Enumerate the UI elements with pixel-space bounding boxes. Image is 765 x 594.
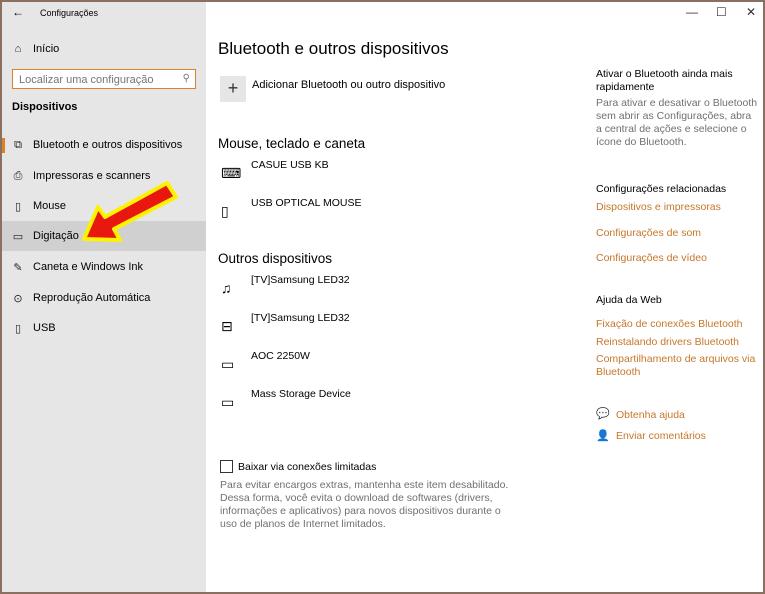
- minimize-button[interactable]: —: [686, 5, 698, 19]
- link-sound-settings[interactable]: Configurações de som: [596, 227, 701, 239]
- autoplay-icon: ⊙: [13, 292, 23, 305]
- device-name: CASUE USB KB: [251, 159, 329, 171]
- sidebar-item-autoplay[interactable]: ⊙ Reprodução Automática: [2, 283, 206, 313]
- close-button[interactable]: ✕: [746, 5, 756, 19]
- sidebar-item-usb[interactable]: ▯ USB: [2, 313, 206, 343]
- link-display-settings[interactable]: Configurações de vídeo: [596, 252, 707, 264]
- settings-window: ← Configurações ⌂ Início ⚲ Dispositivos …: [0, 0, 765, 594]
- section-other-devices: Outros dispositivos: [218, 251, 333, 266]
- printer-icon: ⎙: [13, 169, 23, 182]
- feedback-link[interactable]: Enviar comentários: [616, 430, 706, 442]
- tip-title: Ativar o Bluetooth ainda mais rapidament…: [596, 68, 733, 93]
- red-arrow-annotation: [82, 181, 178, 242]
- metered-checkbox[interactable]: [220, 460, 233, 473]
- get-help-link[interactable]: Obtenha ajuda: [616, 409, 685, 421]
- sidebar-item-label: USB: [33, 322, 56, 334]
- sidebar-item-label: Caneta e Windows Ink: [33, 261, 144, 273]
- pen-icon: ✎: [13, 261, 23, 274]
- home-icon: ⌂: [14, 43, 22, 55]
- tv-device-icon: ⊟: [221, 318, 233, 334]
- feedback-icon: 👤: [596, 430, 610, 442]
- sidebar-item-label: Bluetooth e outros dispositivos: [33, 139, 183, 151]
- monitor-icon: ▭: [221, 356, 235, 372]
- back-arrow-icon[interactable]: ←: [12, 5, 24, 19]
- link-devices-printers[interactable]: Dispositivos e impressoras: [596, 201, 721, 213]
- window-title: Configurações: [40, 8, 99, 18]
- sidebar-item-label: Mouse: [33, 200, 67, 212]
- section-mouse-keyboard: Mouse, teclado e caneta: [218, 136, 366, 151]
- active-indicator: [2, 138, 5, 153]
- sidebar-home[interactable]: ⌂ Início: [2, 34, 206, 64]
- metered-label[interactable]: Baixar via conexões limitadas: [238, 461, 376, 473]
- page-title: Bluetooth e outros dispositivos: [218, 39, 449, 58]
- bluetooth-devices-icon: ⧉: [14, 138, 22, 151]
- search-box[interactable]: ⚲: [12, 69, 196, 89]
- section-heading: Dispositivos: [12, 101, 78, 113]
- help-title: Ajuda da Web: [596, 294, 662, 306]
- search-input[interactable]: [19, 74, 179, 86]
- drive-icon: ▭: [221, 394, 235, 410]
- link-file-sharing[interactable]: Compartilhamento de arquivos via Bluetoo…: [596, 353, 765, 379]
- device-name: Mass Storage Device: [251, 388, 351, 400]
- add-device-label[interactable]: Adicionar Bluetooth ou outro dispositivo: [252, 79, 445, 91]
- related-title: Configurações relacionadas: [596, 183, 727, 195]
- add-device-button[interactable]: +: [220, 76, 246, 102]
- keyboard-icon: ▭: [12, 230, 24, 243]
- device-name: [TV]Samsung LED32: [251, 274, 350, 286]
- maximize-button[interactable]: ☐: [716, 5, 727, 19]
- plus-icon: +: [227, 78, 239, 98]
- media-device-icon: ♫: [221, 280, 232, 296]
- home-label: Início: [33, 43, 60, 55]
- help-chat-icon: 💬: [596, 408, 610, 420]
- usb-icon: ▯: [14, 322, 22, 335]
- link-reinstall-drivers[interactable]: Reinstalando drivers Bluetooth: [596, 336, 739, 348]
- mouse-icon: ▯: [221, 203, 229, 219]
- device-name: AOC 2250W: [251, 350, 310, 362]
- sidebar-item-label: Reprodução Automática: [33, 292, 151, 304]
- metered-description: Para evitar encargos extras, mantenha es…: [220, 479, 509, 530]
- mouse-icon: ▯: [14, 200, 22, 213]
- device-name: [TV]Samsung LED32: [251, 312, 350, 324]
- sidebar-item-bluetooth[interactable]: ⧉ Bluetooth e outros dispositivos: [2, 130, 206, 160]
- sidebar: ← Configurações ⌂ Início ⚲ Dispositivos …: [2, 2, 206, 592]
- tip-description: Para ativar e desativar o Bluetooth sem …: [596, 97, 758, 148]
- device-name: USB OPTICAL MOUSE: [251, 197, 362, 209]
- search-icon: ⚲: [182, 73, 190, 84]
- link-bluetooth-fix[interactable]: Fixação de conexões Bluetooth: [596, 318, 743, 330]
- keyboard-icon: ⌨: [221, 165, 242, 181]
- sidebar-item-pen[interactable]: ✎ Caneta e Windows Ink: [2, 252, 206, 282]
